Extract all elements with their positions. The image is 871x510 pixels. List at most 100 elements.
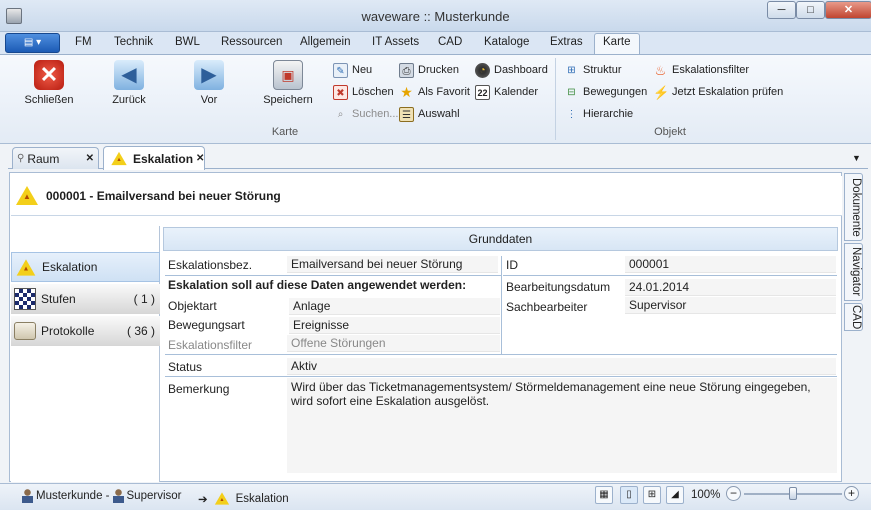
dashboard-button[interactable]: ◔ Dashboard [475, 61, 548, 79]
arrow-icon: ➔ [198, 493, 208, 506]
tab-extras[interactable]: Extras [550, 36, 583, 52]
search-icon: ⌕ [337, 108, 344, 120]
movement-type-field[interactable]: Ereignisse [289, 317, 500, 334]
side-tab-navigator[interactable]: Navigator [844, 243, 863, 301]
person-icon [22, 489, 33, 503]
status-location-label: Eskalation [235, 492, 289, 505]
ribbon-group-objekt-label: Objekt [654, 126, 686, 138]
hierarchy-button[interactable]: ⋮ Hierarchie [564, 105, 634, 123]
warning-icon [16, 186, 38, 205]
escalation-name-field[interactable]: Emailversand bei neuer Störung [287, 256, 498, 273]
doc-tab-raum[interactable]: ⚲ Raum ✕ [12, 147, 99, 169]
tab-bwl[interactable]: BWL [175, 36, 200, 52]
check-escalation-button[interactable]: ⚡ Jetzt Eskalation prüfen [653, 83, 783, 101]
movements-button[interactable]: ⊟ Bewegungen [564, 83, 647, 101]
zoom-slider-thumb[interactable] [789, 487, 797, 500]
escalation-name-label: Eskalationsbez. [168, 258, 253, 272]
selection-icon: ☰ [399, 106, 414, 122]
escalation-filter-field[interactable]: Offene Störungen [287, 335, 500, 352]
structure-button[interactable]: ⊞ Struktur [564, 61, 622, 79]
close-record-button[interactable]: ✕ Schließen [18, 60, 80, 112]
divider [165, 354, 837, 355]
back-label: Zurück [112, 94, 146, 106]
form-view-icon[interactable]: ▯ [620, 486, 638, 504]
save-disk-icon: ▣ [273, 60, 303, 90]
close-window-button[interactable]: ✕ [825, 1, 871, 19]
tab-allgemein[interactable]: Allgemein [300, 36, 351, 52]
nav-item-protokolle[interactable]: Protokolle ( 36 ) [11, 316, 160, 346]
tab-technik[interactable]: Technik [114, 36, 153, 52]
search-button[interactable]: ⌕ Suchen... [333, 105, 399, 123]
nav-item-protokolle-label: Protokolle [41, 324, 95, 338]
calendar-label: Kalender [494, 86, 539, 98]
levels-icon [14, 288, 36, 310]
new-button[interactable]: ✎ Neu [333, 61, 372, 79]
escalation-filter-label: Eskalationsfilter [672, 64, 750, 76]
nav-item-stufen-count: ( 1 ) [133, 292, 155, 306]
choose-button[interactable]: ☰ Auswahl [399, 105, 460, 123]
structure-label: Struktur [583, 64, 622, 76]
edit-date-field[interactable]: 24.01.2014 [625, 279, 836, 296]
close-record-label: Schließen [24, 94, 74, 106]
record-title: 000001 - Emailversand bei neuer Störung [46, 188, 281, 203]
section-grunddaten: Grunddaten [163, 227, 838, 251]
warning-icon [214, 492, 229, 505]
tab-ressourcen[interactable]: Ressourcen [221, 36, 282, 52]
doc-tabs-dropdown-icon[interactable]: ▼ [852, 153, 861, 163]
tab-fm[interactable]: FM [75, 36, 92, 52]
tab-it-assets[interactable]: IT Assets [372, 36, 419, 52]
delete-button[interactable]: ✖ Löschen [333, 83, 394, 101]
room-icon: ⚲ [17, 153, 25, 164]
doc-tab-eskalation-label: Eskalation [133, 151, 194, 166]
save-button[interactable]: ▣ Speichern [257, 60, 319, 112]
minimize-button[interactable]: ─ [767, 1, 796, 19]
structure-tree-icon: ⊞ [567, 64, 576, 76]
doc-tab-raum-close-icon[interactable]: ✕ [86, 153, 94, 164]
zoom-out-button[interactable]: − [726, 486, 741, 501]
nav-item-stufen[interactable]: Stufen ( 1 ) [11, 284, 160, 314]
favorite-button[interactable]: ★ Als Favorit [399, 83, 470, 101]
print-button[interactable]: ⎙ Drucken [399, 61, 459, 79]
clerk-field[interactable]: Supervisor [625, 297, 836, 314]
tree-view-icon[interactable]: ⊞ [643, 486, 661, 504]
record-header: 000001 - Emailversand bei neuer Störung [11, 176, 842, 216]
favorite-label: Als Favorit [418, 86, 470, 98]
zoom-in-button[interactable]: + [844, 486, 859, 501]
print-label: Drucken [418, 64, 459, 76]
delete-label: Löschen [352, 86, 394, 98]
save-label: Speichern [263, 94, 313, 106]
tab-cad[interactable]: CAD [438, 36, 462, 52]
side-tab-dokumente[interactable]: Dokumente [844, 173, 863, 241]
divider [165, 275, 501, 276]
edit-date-label: Bearbeitungsdatum [506, 280, 611, 294]
nav-item-eskalation[interactable]: Eskalation [11, 252, 160, 282]
status-user-info: Musterkunde - Supervisor [22, 489, 181, 503]
escalation-filter-button[interactable]: ♨ Eskalationsfilter [653, 61, 749, 79]
id-label: ID [506, 258, 518, 272]
object-type-field[interactable]: Anlage [289, 298, 500, 315]
hierarchy-icon: ⋮ [566, 108, 577, 120]
tab-kataloge[interactable]: Kataloge [484, 36, 529, 52]
remark-textarea[interactable]: Wird über das Ticketmanagementsystem/ St… [287, 378, 837, 473]
clerk-label: Sachbearbeiter [506, 300, 588, 314]
side-tab-strip: Dokumente Navigator CAD [844, 173, 864, 333]
new-document-icon: ✎ [333, 62, 348, 78]
calendar-icon: 22 [475, 84, 490, 100]
side-tab-cad[interactable]: CAD [844, 303, 863, 331]
window-title: waveware :: Musterkunde [361, 9, 510, 24]
doc-tab-eskalation-close-icon[interactable]: ✕ [196, 153, 204, 164]
forward-button[interactable]: ▶ Vor [178, 60, 240, 112]
status-field[interactable]: Aktiv [287, 358, 836, 375]
back-button[interactable]: ◀ Zurück [98, 60, 160, 112]
chart-view-icon[interactable]: ◢ [666, 486, 684, 504]
divider [165, 376, 837, 377]
app-menu-button[interactable]: ▤ ▾ [5, 33, 60, 53]
table-view-icon[interactable]: ▦ [595, 486, 613, 504]
doc-tab-eskalation[interactable]: Eskalation ✕ [103, 146, 205, 170]
tab-karte[interactable]: Karte [603, 36, 631, 52]
calendar-button[interactable]: 22 Kalender [475, 83, 538, 101]
maximize-button[interactable]: □ [796, 1, 825, 19]
id-field[interactable]: 000001 [625, 256, 836, 273]
ribbon-group-separator [555, 58, 556, 140]
scroll-icon [14, 322, 36, 340]
